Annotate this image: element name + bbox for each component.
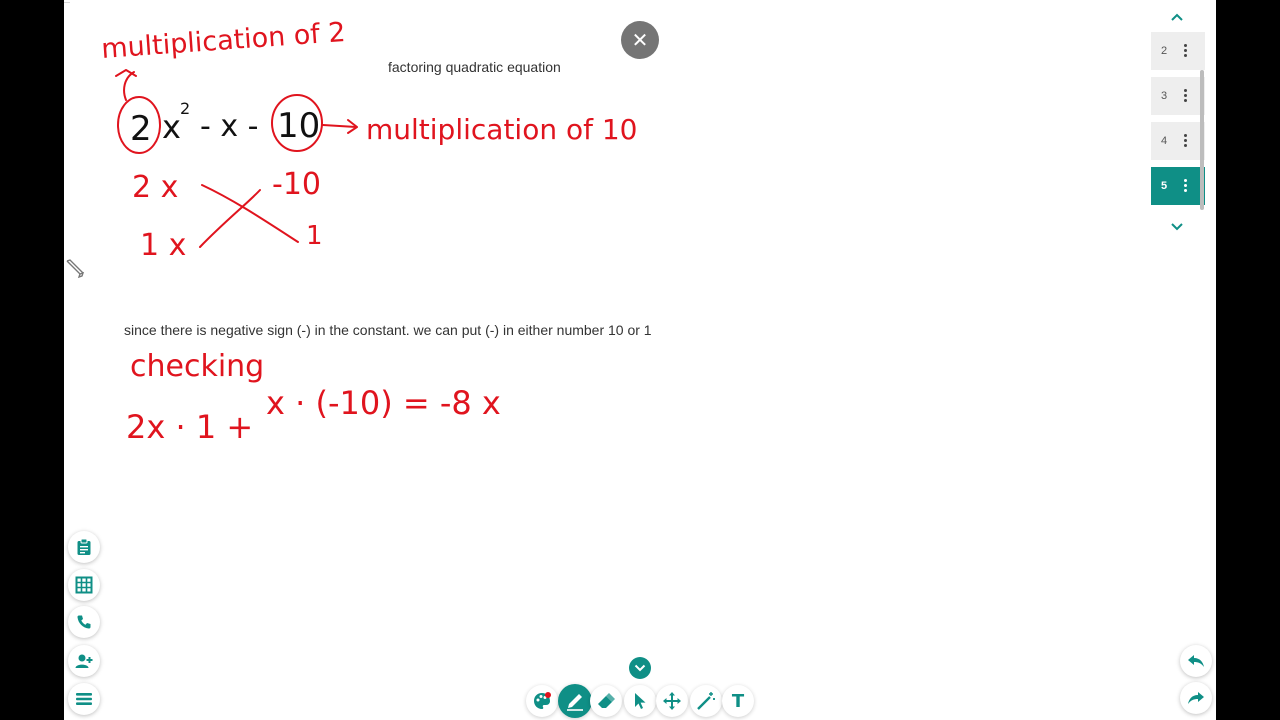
ink-row1-left: 2 x [132, 170, 178, 205]
redo-button[interactable] [1180, 682, 1212, 714]
handwriting-layer: multiplication of 2 2 x 2 - x - 10 multi… [100, 17, 638, 446]
palette-tool-button[interactable] [526, 685, 558, 717]
menu-button[interactable] [68, 683, 100, 715]
ink-row2-right: 1 [306, 221, 323, 251]
ink-expr-coef: 2 [130, 109, 152, 149]
ink-label-top: multiplication of 2 [100, 17, 346, 65]
page-up-button[interactable] [1167, 7, 1187, 27]
title-text[interactable]: factoring quadratic equation [388, 59, 561, 75]
page-number: 2 [1161, 45, 1168, 57]
ink-expr-exp: 2 [180, 99, 190, 118]
ink-label-right: multiplication of 10 [366, 113, 638, 146]
ink-check-expr-a: 2x · 1 + [126, 408, 253, 446]
palette-icon [534, 692, 551, 709]
close-button[interactable]: ✕ [621, 21, 659, 59]
more-vert-icon[interactable] [1179, 175, 1191, 195]
pointer-tool-button[interactable] [624, 685, 656, 717]
page-thumbnail-4[interactable]: 4 [1151, 122, 1205, 160]
chevron-up-icon [1171, 13, 1183, 21]
clipboard-icon [77, 538, 91, 555]
ink-expr-const: 10 [277, 106, 320, 146]
move-tool-button[interactable] [656, 685, 688, 717]
ink-expr-minus-x: - x - [200, 109, 258, 144]
ink-arrow-right [322, 124, 357, 128]
move-icon [663, 692, 681, 710]
ink-checking: checking [130, 349, 264, 384]
undo-icon [1188, 655, 1204, 667]
canvas-corner-mark [64, 2, 70, 3]
page-number: 5 [1161, 180, 1168, 192]
magic-wand-tool-button[interactable] [690, 685, 722, 717]
ink-row2-left: 1 x [140, 228, 186, 263]
ink-check-expr-b: x · (-10) = -8 x [266, 384, 501, 422]
clipboard-button[interactable] [68, 531, 100, 563]
ink-cross-line-1 [201, 184, 299, 243]
pointer-icon [635, 693, 646, 709]
whiteboard-canvas[interactable]: ✕ factoring quadratic equation since the… [64, 0, 1216, 720]
page-list-scrollbar[interactable] [1200, 70, 1204, 210]
menu-icon [76, 693, 92, 705]
toolbar-collapse-button[interactable] [629, 657, 651, 679]
page-down-button[interactable] [1167, 217, 1187, 237]
chevron-down-icon [1171, 223, 1183, 231]
more-vert-icon[interactable] [1179, 85, 1191, 105]
chevron-down-icon [634, 664, 646, 672]
page-thumbnail-2[interactable]: 2 [1151, 32, 1205, 70]
note-text[interactable]: since there is negative sign (-) in the … [124, 322, 652, 338]
pen-tool-button[interactable] [558, 684, 592, 718]
page-number: 4 [1161, 135, 1168, 147]
ink-arrow-top [123, 71, 135, 101]
eraser-tool-button[interactable] [590, 685, 622, 717]
call-button[interactable] [68, 606, 100, 638]
undo-button[interactable] [1180, 645, 1212, 677]
page-number: 3 [1161, 90, 1168, 102]
grid-icon [75, 576, 93, 594]
pen-icon [567, 694, 583, 711]
magic-wand-icon [697, 692, 715, 710]
ink-row1-right: -10 [272, 167, 321, 202]
ink-circle-const [271, 94, 323, 152]
page-thumbnail-5[interactable]: 5 [1151, 167, 1205, 205]
more-vert-icon[interactable] [1179, 40, 1191, 60]
add-user-icon [75, 654, 93, 668]
grid-button[interactable] [68, 569, 100, 601]
ink-expr-x: x [162, 108, 181, 146]
pen-cursor-icon [66, 259, 85, 279]
add-user-button[interactable] [68, 645, 100, 677]
text-tool-button[interactable]: T [722, 685, 754, 717]
more-vert-icon[interactable] [1179, 130, 1191, 150]
text-icon: T [731, 690, 745, 712]
page-thumbnail-3[interactable]: 3 [1151, 77, 1205, 115]
redo-icon [1188, 692, 1204, 704]
ink-circle-coef [117, 96, 161, 154]
eraser-icon [598, 693, 615, 708]
close-icon: ✕ [631, 28, 649, 52]
ink-cross-line-2 [199, 189, 261, 248]
phone-icon [77, 615, 91, 629]
